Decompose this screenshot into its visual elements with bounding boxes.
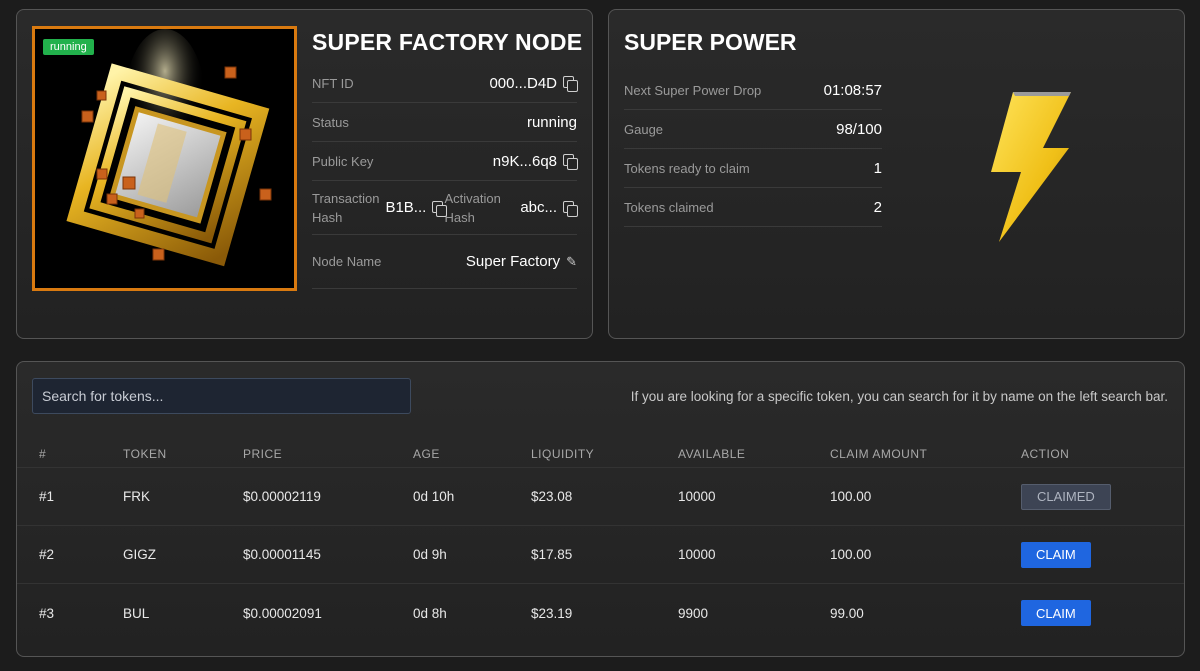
cell-rank: #1	[39, 489, 55, 504]
page-title: SUPER FACTORY NODE	[312, 29, 583, 55]
cell-liquidity: $23.08	[531, 489, 573, 504]
cell-age: 0d 9h	[413, 547, 447, 562]
power-row-label: Tokens claimed	[624, 199, 714, 215]
col-action: ACTION	[1021, 446, 1070, 461]
copy-icon[interactable]	[563, 76, 578, 92]
activation-hash-cell: Activation Hash abc...	[445, 189, 578, 227]
table-header: # TOKEN PRICE AGE LIQUIDITY AVAILABLE CL…	[17, 440, 1184, 468]
transaction-hash-label: Transaction Hash	[312, 190, 380, 225]
nft-id-value: 000...D4D	[489, 74, 578, 92]
public-key-value: n9K...6q8	[492, 152, 578, 170]
super-power-panel: SUPER POWER Next Super Power Drop 01:08:…	[608, 9, 1185, 339]
cell-action: CLAIM	[1021, 526, 1091, 583]
edit-pencil-icon[interactable]: ✎	[566, 254, 577, 270]
copy-icon[interactable]	[563, 154, 578, 170]
table-row: #1 FRK $0.00002119 0d 10h $23.08 10000 1…	[17, 468, 1184, 526]
activation-hash-label: Activation Hash	[444, 190, 501, 225]
table-row: #3 BUL $0.00002091 0d 8h $23.19 9900 99.…	[17, 584, 1184, 642]
cell-available: 10000	[678, 547, 716, 562]
node-name-value: Super Factory ✎	[466, 253, 577, 270]
hash-row: Transaction Hash B1B... Activation Hash …	[312, 181, 578, 235]
power-row-tokens-ready: Tokens ready to claim 1	[624, 149, 882, 188]
cell-claim-amount: 99.00	[830, 605, 864, 621]
status-value: running	[526, 113, 577, 131]
claim-button[interactable]: CLAIM	[1021, 600, 1091, 626]
cell-price: $0.00002119	[243, 489, 321, 504]
cell-price: $0.00001145	[243, 547, 321, 562]
status-label: Status	[312, 114, 349, 130]
cell-age: 0d 8h	[413, 605, 447, 621]
cell-claim-amount: 100.00	[830, 547, 872, 562]
col-token: TOKEN	[123, 446, 167, 461]
cell-price: $0.00002091	[243, 605, 322, 621]
copy-icon[interactable]	[563, 200, 578, 217]
node-panel: running SUPER FACTORY NODE NFT ID 000...…	[16, 9, 593, 339]
power-row-value: 98/100	[836, 120, 882, 138]
golden-cube-icon	[35, 29, 294, 288]
col-available: AVAILABLE	[678, 446, 746, 461]
power-row-gauge: Gauge 98/100	[624, 110, 882, 149]
power-row-value: 01:08:57	[823, 81, 882, 99]
nft-id-text: 000...D4D	[489, 74, 557, 92]
power-row-label: Next Super Power Drop	[624, 82, 762, 98]
power-row-label: Gauge	[624, 121, 664, 137]
cell-claim-amount: 100.00	[830, 489, 872, 504]
cell-token: FRK	[123, 489, 150, 504]
power-row-value: 1	[873, 159, 882, 177]
activation-hash-value: abc...	[520, 199, 578, 217]
node-name-row: Node Name Super Factory ✎	[312, 235, 577, 289]
power-row-value: 2	[873, 198, 882, 216]
tokens-panel: If you are looking for a specific token,…	[16, 361, 1185, 657]
nft-id-label: NFT ID	[312, 75, 354, 91]
col-liquidity: LIQUIDITY	[531, 446, 595, 461]
col-price: PRICE	[243, 446, 283, 461]
col-claim-amount: CLAIM AMOUNT	[830, 446, 928, 461]
cell-liquidity: $17.85	[531, 547, 573, 562]
power-row-label: Tokens ready to claim	[624, 160, 750, 176]
transaction-hash-text: B1B...	[385, 199, 427, 216]
public-key-label: Public Key	[312, 153, 374, 169]
search-input[interactable]	[32, 378, 411, 414]
col-rank: #	[39, 446, 47, 461]
cell-rank: #3	[39, 605, 55, 621]
cell-action: CLAIMED	[1021, 468, 1111, 525]
nft-id-row: NFT ID 000...D4D	[312, 64, 578, 103]
cell-token: BUL	[123, 605, 150, 621]
status-badge: running	[43, 39, 94, 55]
col-age: AGE	[413, 446, 440, 461]
power-row-tokens-claimed: Tokens claimed 2	[624, 188, 882, 227]
table-row: #2 GIGZ $0.00001145 0d 9h $17.85 10000 1…	[17, 526, 1184, 584]
power-row-next-drop: Next Super Power Drop 01:08:57	[624, 71, 882, 110]
transaction-hash-value: B1B...	[385, 199, 448, 217]
search-help-text: If you are looking for a specific token,…	[630, 389, 1168, 404]
cell-available: 9900	[678, 605, 709, 621]
cell-age: 0d 10h	[413, 489, 455, 504]
public-key-row: Public Key n9K...6q8	[312, 142, 578, 181]
cell-action: CLAIM	[1021, 584, 1091, 642]
lightning-bolt-icon	[991, 92, 1071, 242]
claim-button[interactable]: CLAIM	[1021, 541, 1091, 568]
cell-available: 10000	[678, 489, 716, 504]
claimed-button[interactable]: CLAIMED	[1021, 483, 1111, 510]
node-name-label: Node Name	[312, 254, 382, 269]
copy-icon[interactable]	[432, 200, 448, 217]
status-row: Status running	[312, 103, 577, 142]
cell-liquidity: $23.19	[531, 605, 573, 621]
node-name-text: Super Factory	[465, 253, 561, 270]
super-power-title: SUPER POWER	[624, 29, 797, 55]
cell-token: GIGZ	[123, 547, 156, 562]
public-key-text: n9K...6q8	[492, 152, 557, 170]
cell-rank: #2	[39, 547, 55, 562]
nft-image: running	[32, 26, 297, 291]
transaction-hash-cell: Transaction Hash B1B...	[312, 189, 448, 227]
activation-hash-text: abc...	[520, 199, 557, 216]
